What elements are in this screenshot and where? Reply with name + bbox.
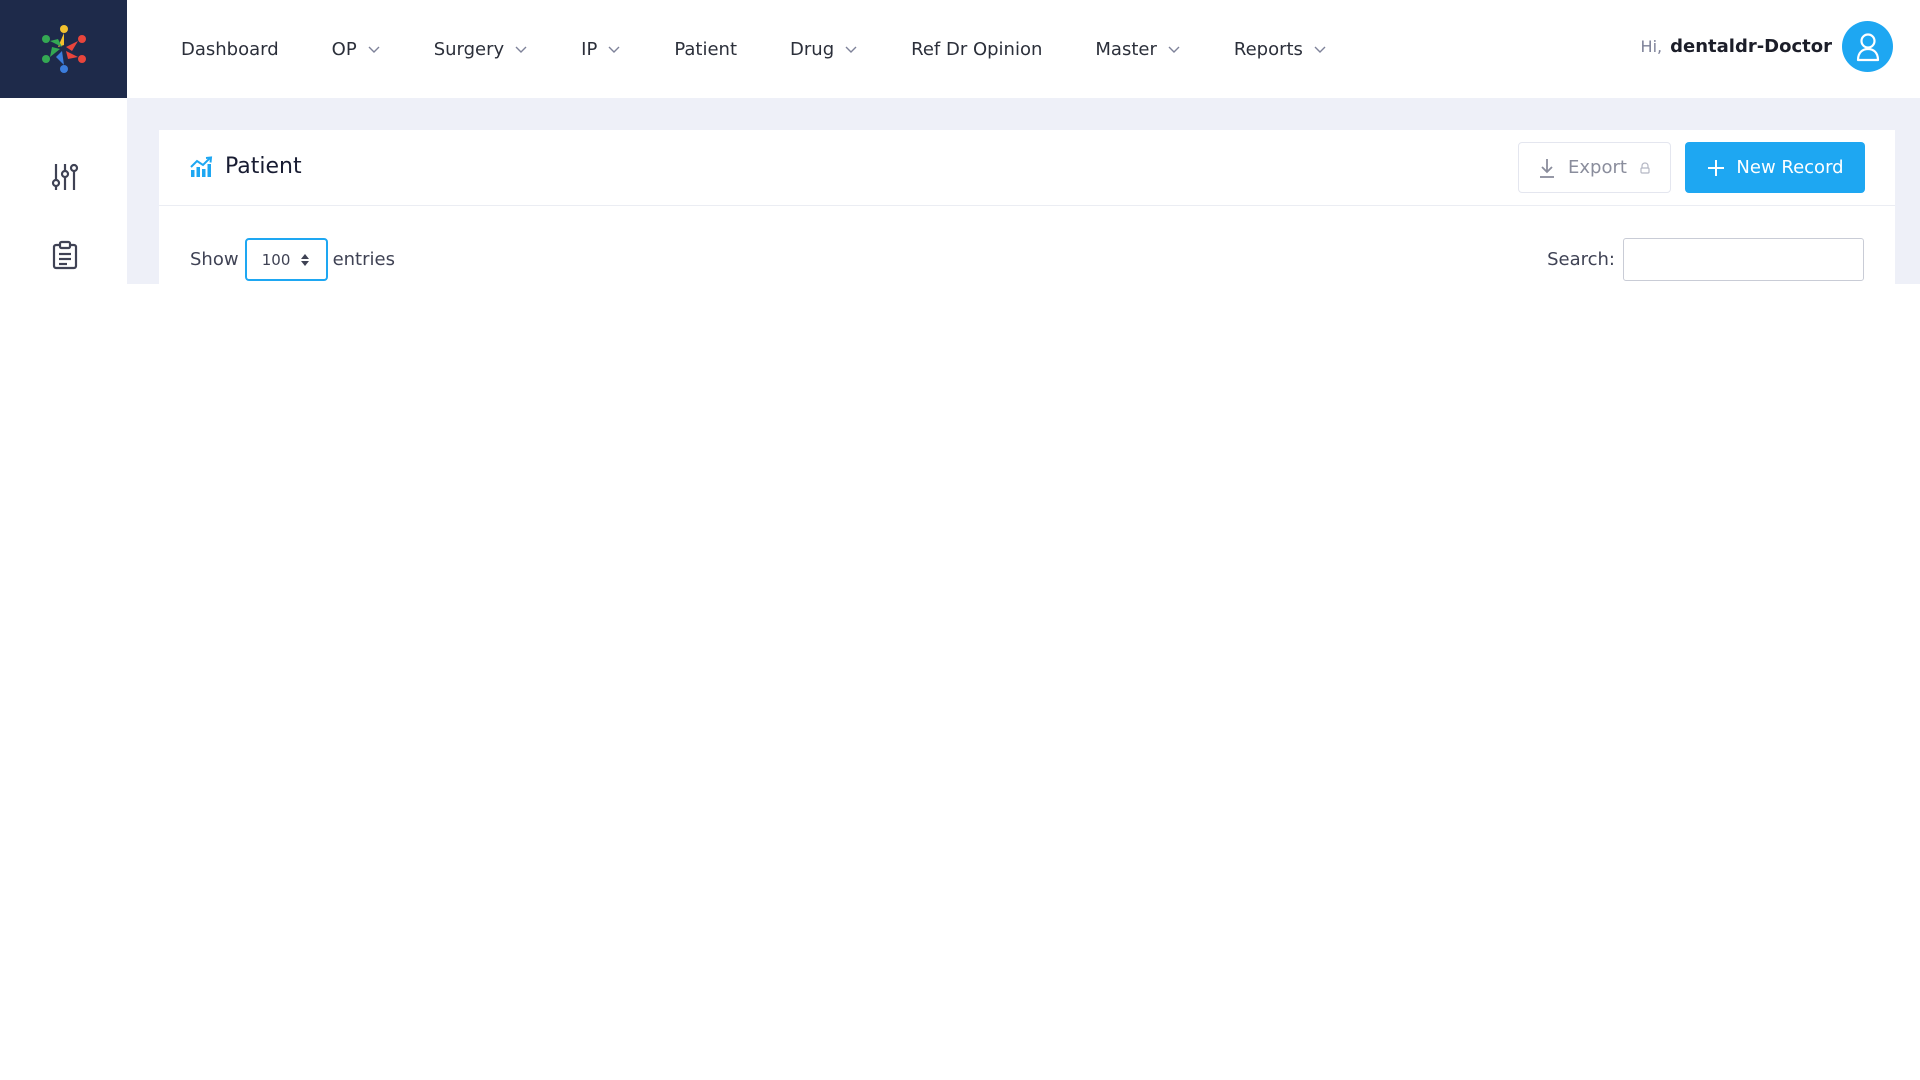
nav-op[interactable]: OP xyxy=(332,39,381,60)
nav-drug[interactable]: Drug xyxy=(790,39,858,60)
top-header: Dashboard OP Surgery IP Patient Drug Ref… xyxy=(127,0,1920,98)
chart-line-icon xyxy=(190,155,213,177)
nav-surgery-label: Surgery xyxy=(433,38,505,60)
user-name: dentaldr-Doctor xyxy=(1670,36,1832,57)
sliders-icon xyxy=(51,163,79,190)
card-header: Patient Export New Record xyxy=(159,130,1895,206)
aside-filters-button[interactable] xyxy=(49,161,81,193)
search-input[interactable] xyxy=(1623,238,1864,281)
nav-dashboard-label: Dashboard xyxy=(181,38,279,60)
nav-op-label: OP xyxy=(331,38,357,60)
page-length-select[interactable]: 100 xyxy=(244,238,328,281)
nav-reports[interactable]: Reports xyxy=(1234,39,1327,60)
chevron-down-icon xyxy=(844,42,858,56)
user-greeting: Hi, xyxy=(1640,37,1663,56)
nav-ip-label: IP xyxy=(581,38,598,60)
nav-master-label: Master xyxy=(1095,38,1157,60)
plus-icon xyxy=(1708,159,1725,176)
patient-card: Patient Export New Record Show 100 entri… xyxy=(159,130,1895,284)
show-label: Show xyxy=(190,249,239,270)
entries-label: entries xyxy=(332,249,395,270)
nav-drug-label: Drug xyxy=(790,38,835,60)
avatar[interactable] xyxy=(1842,21,1893,72)
nav-patient[interactable]: Patient xyxy=(674,39,737,60)
download-icon xyxy=(1540,158,1555,178)
card-title-group: Patient xyxy=(189,154,302,179)
chevron-down-icon xyxy=(1167,42,1181,56)
export-label: Export xyxy=(1568,157,1627,178)
nav-ref-dr-opinion-label: Ref Dr Opinion xyxy=(911,38,1043,60)
page-length-value: 100 xyxy=(261,250,291,269)
nav-ref-dr-opinion[interactable]: Ref Dr Opinion xyxy=(911,39,1042,60)
export-button[interactable]: Export xyxy=(1518,142,1671,193)
clipboard-icon xyxy=(52,240,78,270)
new-record-label: New Record xyxy=(1736,157,1844,178)
sort-caret-icon xyxy=(300,253,310,267)
nav-patient-label: Patient xyxy=(674,38,738,60)
page-title: Patient xyxy=(225,154,302,179)
chevron-down-icon xyxy=(1313,42,1327,56)
search-label: Search: xyxy=(1547,249,1615,270)
lock-icon xyxy=(1640,161,1650,174)
left-aside xyxy=(0,98,127,284)
nav-reports-label: Reports xyxy=(1233,38,1303,60)
nav-ip[interactable]: IP xyxy=(581,39,621,60)
chevron-down-icon xyxy=(367,42,381,56)
nav-master[interactable]: Master xyxy=(1095,39,1180,60)
chevron-down-icon xyxy=(514,42,528,56)
aside-records-button[interactable] xyxy=(49,239,81,271)
app-logo[interactable] xyxy=(0,0,127,98)
table-search: Search: xyxy=(1547,238,1864,281)
new-record-button[interactable]: New Record xyxy=(1685,142,1865,193)
main-nav: Dashboard OP Surgery IP Patient Drug Ref… xyxy=(181,0,1380,98)
nav-dashboard[interactable]: Dashboard xyxy=(181,39,279,60)
user-menu[interactable]: Hi, dentaldr-Doctor xyxy=(1641,21,1893,72)
logo-icon xyxy=(41,25,86,73)
chevron-down-icon xyxy=(607,42,621,56)
user-icon xyxy=(1856,32,1879,61)
nav-surgery[interactable]: Surgery xyxy=(434,39,528,60)
page-length-control: Show 100 entries xyxy=(190,238,395,281)
